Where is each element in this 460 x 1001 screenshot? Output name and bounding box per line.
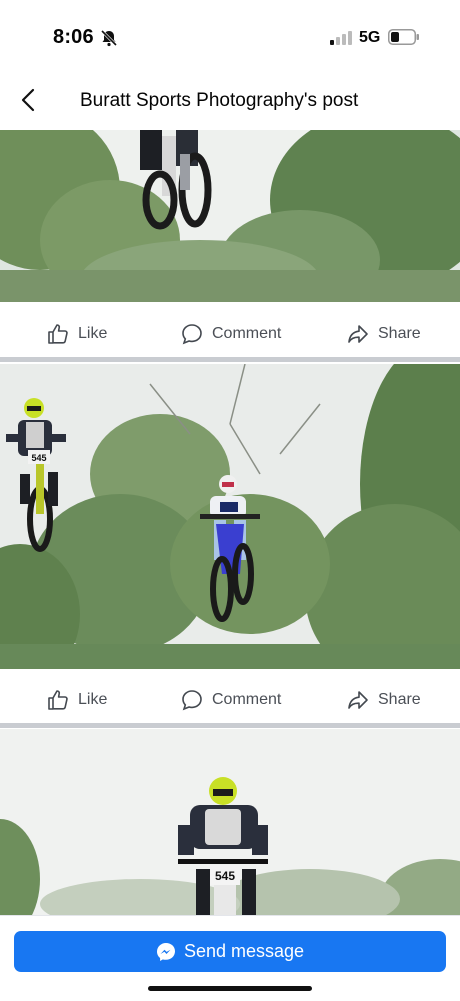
comment-icon (182, 324, 202, 345)
messenger-icon (156, 942, 175, 961)
action-bar-2: Like Comment Share (0, 672, 460, 728)
share-button[interactable]: Share (346, 672, 421, 728)
battery-icon (388, 29, 420, 50)
status-bar: 8:06 5G (0, 0, 460, 70)
back-button[interactable] (12, 84, 44, 116)
comment-label: Comment (212, 691, 282, 708)
rider-number: 545 (215, 869, 235, 883)
bell-slash-icon (100, 29, 118, 52)
share-button[interactable]: Share (346, 306, 421, 362)
nav-header: Buratt Sports Photography's post (0, 70, 460, 130)
post-divider (0, 723, 460, 728)
thumbs-up-icon (48, 324, 68, 344)
share-arrow-icon (348, 691, 368, 709)
like-label: Like (78, 691, 108, 708)
like-button[interactable]: Like (46, 672, 107, 728)
send-message-button[interactable]: Send message (14, 931, 446, 972)
post-photo-2[interactable]: 545 (0, 364, 460, 669)
rider-number: 545 (31, 453, 46, 463)
comment-label: Comment (212, 325, 282, 342)
action-bar-1: Like Comment Share (0, 306, 460, 362)
comment-button[interactable]: Comment (180, 672, 281, 728)
post-photo-3[interactable]: 545 (0, 729, 460, 915)
post-photo-1[interactable] (0, 130, 460, 302)
like-label: Like (78, 325, 108, 342)
network-label: 5G (359, 29, 381, 46)
send-message-label: Send message (183, 941, 305, 961)
post-divider (0, 357, 460, 362)
page-title: Buratt Sports Photography's post (80, 90, 359, 111)
status-time: 8:06 (53, 26, 94, 48)
share-arrow-icon (348, 325, 368, 343)
bottom-bar: Send message (0, 915, 460, 1001)
signal-icon (330, 31, 352, 50)
thumbs-up-icon (48, 690, 68, 710)
comment-icon (182, 690, 202, 711)
share-label: Share (378, 325, 421, 342)
comment-button[interactable]: Comment (180, 306, 281, 362)
like-button[interactable]: Like (46, 306, 107, 362)
home-indicator (148, 986, 312, 991)
share-label: Share (378, 691, 421, 708)
chevron-left-icon (21, 88, 35, 112)
